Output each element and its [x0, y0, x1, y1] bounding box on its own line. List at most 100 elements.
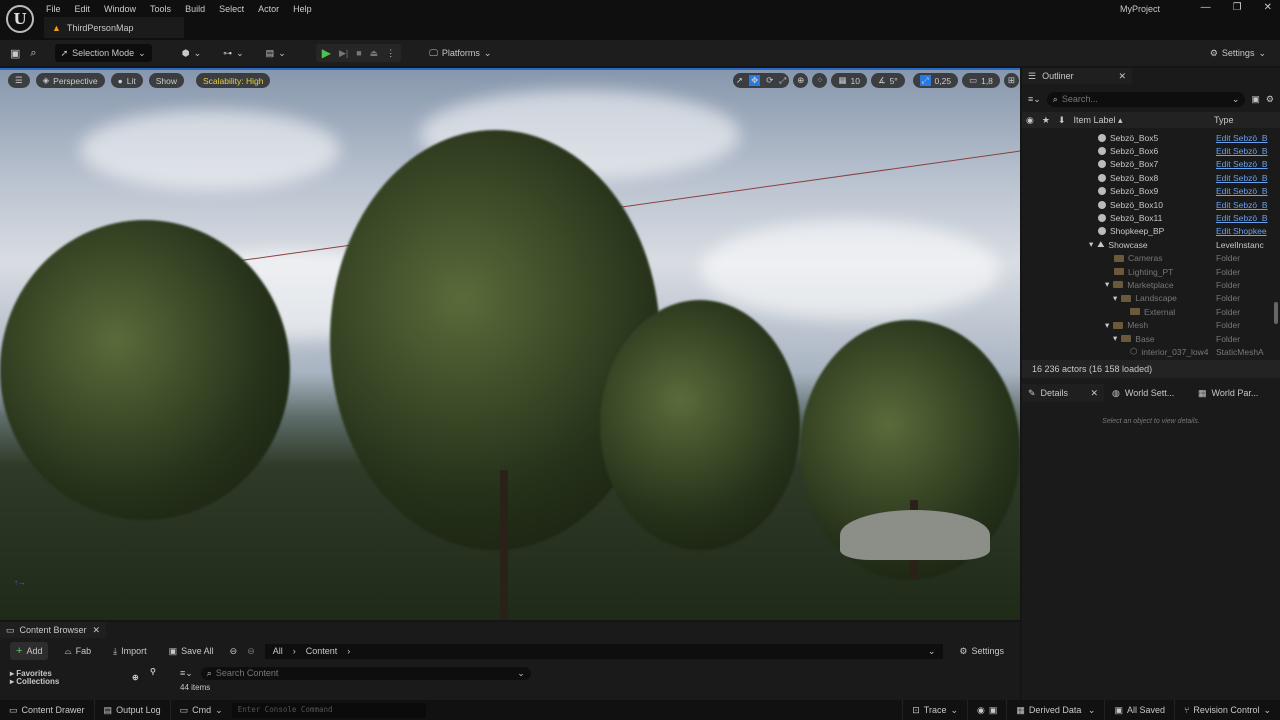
grid-snap[interactable]: ▦ 10	[831, 73, 867, 88]
selection-mode-dropdown[interactable]: ➚ Selection Mode ⌄	[54, 44, 152, 62]
outliner-scrollbar[interactable]	[1274, 302, 1278, 324]
map-tab[interactable]: ▲ ThirdPersonMap	[44, 17, 184, 38]
outliner-row[interactable]: ▾ Base Folder	[1022, 332, 1280, 345]
breadcrumb-content[interactable]: Content	[306, 646, 338, 656]
scale-snap[interactable]: ⤢ 0,25	[912, 73, 959, 88]
outliner-row[interactable]: Sebzö_Box7 Edit Sebzö_B	[1022, 158, 1280, 171]
output-log-button[interactable]: ▤ Output Log	[95, 700, 171, 720]
fab-button[interactable]: ⌓ Fab	[58, 642, 97, 660]
outliner-item-type[interactable]: Edit Sebzö_B	[1216, 200, 1268, 210]
screenshot-icon[interactable]: ▣	[989, 705, 998, 716]
level-viewport[interactable]: ☰ ◈ Perspective ● Lit Show Scalability: Hi…	[0, 68, 1020, 620]
add-button[interactable]: + Add	[10, 642, 49, 660]
outliner-item-type[interactable]: Edit Sebzö_B	[1216, 186, 1268, 196]
close-icon[interactable]: ✕	[1118, 71, 1126, 82]
expand-arrow-icon[interactable]: ▾	[1105, 320, 1109, 331]
close-icon[interactable]: ✕	[1090, 388, 1098, 399]
outliner-row[interactable]: ▾ Mesh Folder	[1022, 318, 1280, 331]
settings-dropdown[interactable]: ⚙ Settings ⌄	[1204, 44, 1272, 62]
filter-icon[interactable]: ≡⌄	[180, 668, 193, 679]
outliner-tab[interactable]: ☰ Outliner ✕	[1022, 68, 1132, 84]
tab-world-settings[interactable]: ◍ World Sett...	[1104, 388, 1190, 399]
viewport-menu-button[interactable]: ☰	[8, 73, 30, 88]
angle-snap[interactable]: ∡ 5°	[870, 73, 905, 88]
forward-icon[interactable]: ⊖	[247, 646, 255, 657]
add-folder-icon[interactable]: ▣	[1251, 94, 1260, 105]
outliner-row[interactable]: Sebzö_Box6 Edit Sebzö_B	[1022, 144, 1280, 157]
outliner-item-type[interactable]: Edit Sebzö_B	[1216, 159, 1268, 169]
camera-speed[interactable]: ▭ 1,8	[962, 73, 1000, 88]
breadcrumb-all[interactable]: All	[273, 646, 283, 656]
save-all-button[interactable]: ▣ Save All	[163, 642, 220, 660]
console-input[interactable]: Enter Console Command	[231, 702, 426, 718]
select-icon[interactable]: ➚	[736, 75, 743, 86]
expand-arrow-icon[interactable]: ▾	[1089, 239, 1093, 250]
show-button[interactable]: Show	[148, 73, 184, 88]
menu-tools[interactable]: Tools	[150, 4, 171, 14]
scalability-button[interactable]: Scalability: High	[195, 73, 271, 88]
menu-file[interactable]: File	[46, 4, 61, 14]
outliner-row[interactable]: Sebzö_Box5 Edit Sebzö_B	[1022, 131, 1280, 144]
all-saved-button[interactable]: ▣ All Saved	[1105, 700, 1176, 720]
minimize-button[interactable]: —	[1201, 2, 1211, 13]
outliner-row[interactable]: Sebzö_Box10 Edit Sebzö_B	[1022, 198, 1280, 211]
world-local-toggle[interactable]: ⊕	[793, 73, 809, 88]
column-type[interactable]: Type	[1214, 115, 1234, 125]
trace-button[interactable]: ⊡ Trace ⌄	[902, 700, 968, 720]
outliner-item-type[interactable]: Edit Sebzö_B	[1216, 213, 1268, 223]
eject-icon[interactable]: ⏏	[370, 48, 379, 59]
outliner-row[interactable]: ▾ ⛰ Showcase LevelInstanc	[1022, 238, 1280, 251]
perspective-button[interactable]: ◈ Perspective	[35, 73, 105, 88]
outliner-search-input[interactable]: ⌕ Search... ⌄	[1046, 91, 1246, 107]
menu-help[interactable]: Help	[293, 4, 312, 14]
filter-icon[interactable]: ≡⌄	[1028, 94, 1041, 105]
cmd-dropdown[interactable]: ▭ Cmd ⌄	[171, 700, 232, 720]
menu-build[interactable]: Build	[185, 4, 205, 14]
platforms-dropdown[interactable]: 🖵 Platforms ⌄	[423, 44, 497, 62]
outliner-row[interactable]: Sebzö_Box11 Edit Sebzö_B	[1022, 211, 1280, 224]
add-actor-button[interactable]: ⬢ ⌄	[176, 44, 207, 62]
menu-window[interactable]: Window	[104, 4, 136, 14]
content-browser-tab[interactable]: ▭ Content Browser ✕	[0, 622, 106, 638]
unreal-logo-icon[interactable]: U	[6, 5, 34, 33]
add-collection-icon[interactable]: ⊕	[132, 674, 139, 682]
surface-snap-toggle[interactable]: ⁘	[812, 73, 828, 88]
expand-arrow-icon[interactable]: ▾	[1113, 333, 1117, 344]
collections-section[interactable]: ▸ Collections	[10, 678, 150, 686]
expand-arrow-icon[interactable]: ▾	[1113, 293, 1117, 304]
content-drawer-button[interactable]: ▭ Content Drawer	[0, 700, 95, 720]
save-icon[interactable]: ▣	[10, 47, 20, 60]
star-icon[interactable]: ★	[1042, 115, 1050, 126]
record-icon[interactable]: ◉	[977, 705, 985, 716]
content-settings-button[interactable]: ⚙ Settings	[953, 642, 1010, 660]
menu-edit[interactable]: Edit	[75, 4, 91, 14]
outliner-row[interactable]: Cameras Folder	[1022, 252, 1280, 265]
play-icon[interactable]: ▶	[322, 46, 331, 60]
derived-data-button[interactable]: ▦ Derived Data ⌄	[1007, 700, 1106, 720]
revision-control-button[interactable]: ⑂ Revision Control ⌄	[1175, 700, 1280, 720]
outliner-item-type[interactable]: Edit Shopkee	[1216, 226, 1268, 236]
stop-icon[interactable]: ■	[356, 48, 361, 58]
scale-icon[interactable]: ⤢	[779, 75, 786, 86]
close-icon[interactable]: ✕	[92, 625, 100, 636]
cinematics-button[interactable]: ▤ ⌄	[260, 44, 292, 62]
content-search-input[interactable]: ⌕ Search Content ⌄	[200, 666, 531, 680]
blueprint-button[interactable]: ⊶ ⌄	[217, 44, 250, 62]
tab-details[interactable]: ✎ Details ✕	[1022, 384, 1104, 402]
outliner-item-type[interactable]: Edit Sebzö_B	[1216, 133, 1268, 143]
chevron-down-icon[interactable]: ⌄	[928, 646, 936, 657]
outliner-row[interactable]: ▾ Marketplace Folder	[1022, 278, 1280, 291]
outliner-row[interactable]: Shopkeep_BP Edit Shopkee	[1022, 225, 1280, 238]
column-item-label[interactable]: Item Label ▴	[1073, 115, 1122, 126]
rotate-icon[interactable]: ⟳	[766, 75, 773, 86]
step-icon[interactable]: ▶|	[339, 48, 348, 59]
eye-icon[interactable]: ◉	[1026, 115, 1034, 126]
maximize-button[interactable]: ❐	[1233, 2, 1242, 13]
outliner-row[interactable]: ⬡ interior_037_low4 StaticMeshA	[1022, 345, 1280, 358]
viewport-layout-button[interactable]: ⊞	[1003, 73, 1020, 88]
outliner-row[interactable]: Sebzö_Box8 Edit Sebzö_B	[1022, 171, 1280, 184]
more-options-icon[interactable]: ⋮	[386, 48, 395, 59]
pin-icon[interactable]: ⬇	[1058, 115, 1066, 126]
browse-icon[interactable]: ⌕	[30, 47, 36, 60]
lit-button[interactable]: ● Lit	[110, 73, 143, 88]
